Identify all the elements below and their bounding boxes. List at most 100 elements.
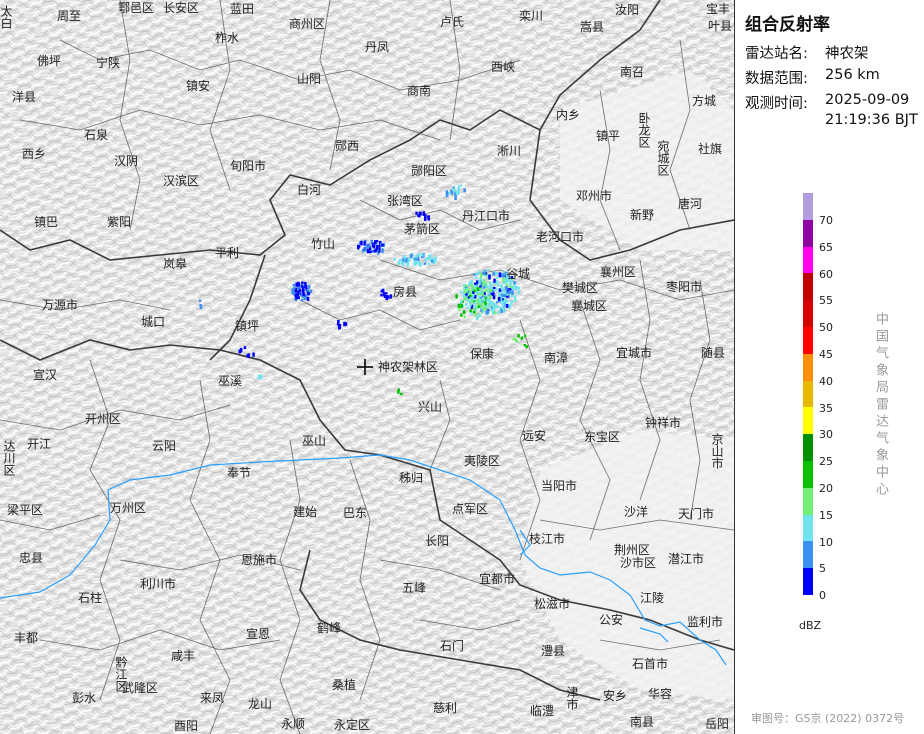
legend-swatch bbox=[803, 246, 813, 274]
place-label: 万州区 bbox=[110, 501, 147, 515]
place-label: 太白 bbox=[0, 5, 13, 29]
place-label: 旬阳市 bbox=[230, 159, 267, 173]
legend-tick-label: 35 bbox=[819, 401, 833, 415]
place-label: 房县 bbox=[393, 285, 418, 299]
place-label: 襄城区 bbox=[571, 299, 608, 313]
place-label: 郧阳区 bbox=[411, 164, 448, 178]
place-label: 公安 bbox=[599, 613, 624, 627]
place-label: 华容 bbox=[648, 687, 673, 701]
place-label: 钟祥市 bbox=[645, 416, 682, 430]
legend-tick-label: 70 bbox=[819, 214, 833, 227]
place-label: 咸丰 bbox=[171, 649, 196, 663]
place-label: 酉阳 bbox=[174, 719, 199, 733]
place-label: 云阳 bbox=[152, 439, 177, 453]
radar-map[interactable]: 太白 周至 鄠邑区 长安区 蓝田 商州区 卢氏 栾川 嵩县 汝阳 宝丰 佛坪 宁陕 柞水 丹凤 西峡 南召 叶县洋… bbox=[0, 0, 735, 734]
place-label: 茅箭区 bbox=[404, 222, 441, 236]
place-label: 宣恩 bbox=[246, 627, 271, 641]
place-label: 巫山 bbox=[302, 434, 327, 448]
place-label: 监利市 bbox=[687, 615, 724, 629]
place-label: 蓝田 bbox=[230, 2, 255, 16]
place-label: 江陵 bbox=[640, 591, 665, 605]
place-label: 城口 bbox=[141, 315, 166, 329]
time-clock: 21:19:36 BJT bbox=[825, 112, 918, 128]
place-label: 巫溪 bbox=[218, 374, 243, 388]
legend-tick-label: 0 bbox=[819, 589, 826, 603]
legend-tick-label: 10 bbox=[819, 535, 833, 549]
place-label: 白河 bbox=[297, 183, 322, 197]
place-label: 镇平 bbox=[596, 129, 621, 143]
place-label: 宜城市 bbox=[616, 346, 653, 360]
legend-swatch bbox=[803, 380, 813, 408]
place-label: 沙市区 bbox=[620, 556, 657, 570]
place-label: 远安 bbox=[522, 429, 547, 443]
place-label: 京山市 bbox=[710, 433, 724, 469]
place-label: 忠县 bbox=[19, 551, 44, 565]
place-label: 开州区 bbox=[85, 412, 122, 426]
legend-tick-label: 65 bbox=[819, 240, 833, 254]
place-label: 叶县 bbox=[708, 19, 733, 33]
place-label: 樊城区 bbox=[562, 281, 599, 295]
place-label: 卧龙区 bbox=[637, 112, 651, 148]
legend-swatch bbox=[803, 487, 813, 515]
place-label: 慈利 bbox=[433, 701, 458, 715]
place-label: 恩施市 bbox=[241, 553, 278, 567]
place-label: 当阳市 bbox=[541, 479, 578, 493]
range-value: 256 km bbox=[825, 67, 880, 83]
place-label: 周至 bbox=[57, 9, 82, 23]
legend-swatch bbox=[803, 300, 813, 327]
legend-swatch bbox=[803, 568, 813, 595]
time-row: 观测时间: 2025-09-09 bbox=[745, 92, 909, 113]
place-label: 津市 bbox=[565, 686, 579, 710]
legend-tick-label: 30 bbox=[819, 428, 833, 442]
legend-tick-label: 25 bbox=[819, 455, 833, 469]
place-label: 岚皋 bbox=[163, 257, 188, 271]
place-label: 南召 bbox=[620, 65, 645, 79]
map-approval-number: 审图号：GS京 (2022) 0372号 bbox=[751, 712, 905, 725]
legend-swatch bbox=[803, 219, 813, 247]
place-label: 点军区 bbox=[452, 502, 489, 516]
place-label: 龙山 bbox=[248, 697, 273, 711]
place-label: 平利 bbox=[215, 246, 240, 260]
place-label: 鹤峰 bbox=[317, 621, 342, 635]
place-label: 丹凤 bbox=[365, 40, 390, 54]
legend-swatch bbox=[803, 193, 813, 220]
place-label: 来凤 bbox=[200, 691, 225, 705]
place-label: 石泉 bbox=[84, 128, 109, 142]
place-label: 石首市 bbox=[632, 657, 669, 671]
range-row: 数据范围: 256 km bbox=[745, 67, 880, 88]
place-label: 东宝区 bbox=[584, 430, 621, 444]
legend-swatch bbox=[803, 273, 813, 301]
legend-tick-label: 20 bbox=[819, 482, 833, 495]
place-label: 安乡 bbox=[603, 689, 628, 703]
place-label: 长安区 bbox=[163, 1, 200, 15]
station-row: 雷达站名: 神农架 bbox=[745, 42, 869, 63]
place-label: 石门 bbox=[440, 639, 465, 653]
place-label: 夷陵区 bbox=[464, 454, 501, 468]
place-label: 梁平区 bbox=[7, 503, 44, 517]
place-label: 洋县 bbox=[12, 90, 37, 104]
place-label: 襄州区 bbox=[600, 265, 637, 279]
place-label: 汉滨区 bbox=[163, 174, 200, 188]
place-label: 石柱 bbox=[78, 591, 103, 605]
place-label: 丹江口市 bbox=[462, 209, 511, 223]
place-label: 奉节 bbox=[227, 466, 252, 480]
legend-tick-label: 5 bbox=[819, 562, 826, 576]
place-label: 镇坪 bbox=[235, 319, 260, 333]
place-label: 内乡 bbox=[556, 108, 581, 122]
place-label: 宝丰 bbox=[706, 2, 731, 16]
radar-site-marker bbox=[357, 359, 373, 375]
place-label: 达川区 bbox=[2, 440, 16, 476]
legend-swatch bbox=[803, 353, 813, 381]
place-label: 开江 bbox=[27, 437, 52, 451]
place-label: 桑植 bbox=[332, 678, 357, 692]
place-label: 镇巴 bbox=[34, 215, 59, 229]
place-label: 随县 bbox=[701, 346, 726, 360]
place-label: 永定区 bbox=[334, 718, 371, 732]
place-label: 山阳 bbox=[297, 72, 322, 86]
time-label: 观测时间: bbox=[745, 96, 808, 112]
product-title: 组合反射率 bbox=[745, 15, 830, 35]
place-label: 宜都市 bbox=[479, 572, 516, 586]
place-label: 商南 bbox=[407, 84, 432, 98]
legend-tick-label: 50 bbox=[819, 321, 833, 335]
radar-site-label: 神农架林区 bbox=[378, 360, 439, 374]
